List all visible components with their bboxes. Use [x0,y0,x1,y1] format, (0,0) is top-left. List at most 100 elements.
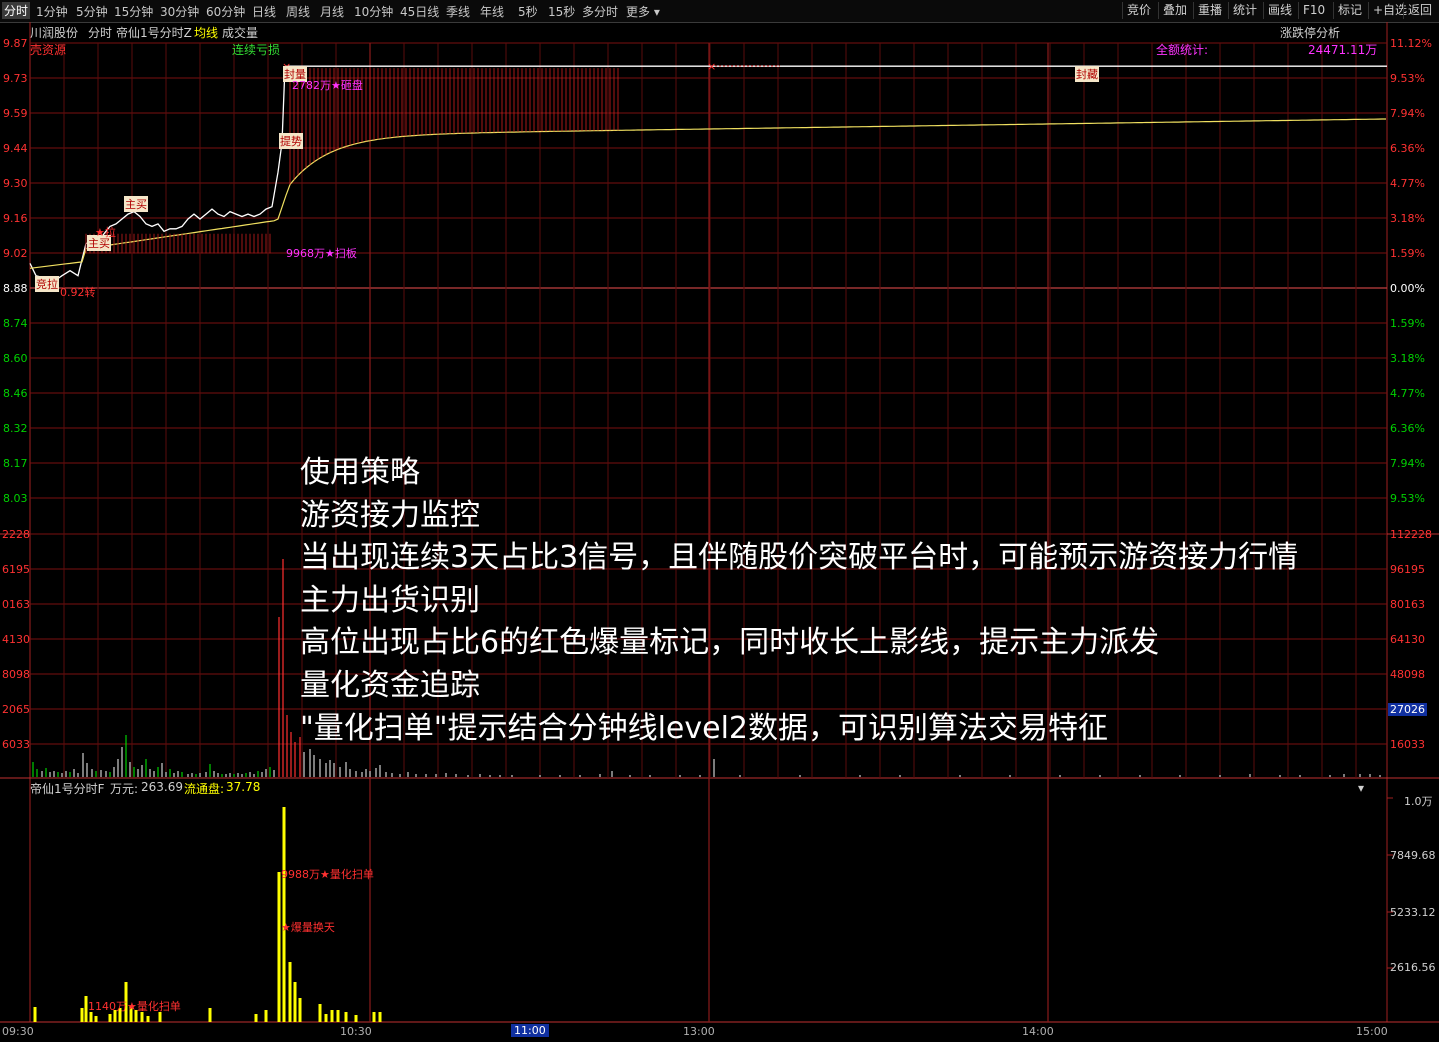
view-label: 分时 [88,26,113,40]
price-label: 9.02 [3,247,28,260]
pct-label: 3.18% [1390,352,1425,365]
sub-volume-bar [336,1010,340,1022]
quant-scan-tag: 1140万★量化扫单 [88,1000,181,1013]
price-label: 9.44 [3,142,28,155]
pct-label: 4.77% [1390,387,1425,400]
source-label: 壳资源 [30,43,67,57]
sweep-tag: 9968万★扫板 [286,247,357,260]
caption-line: 游资接力监控 [300,497,480,533]
lift-tag: 提势 [279,133,303,149]
pct-label: 9.53% [1390,492,1425,505]
price-label: 9.87 [3,37,28,50]
time-label: 15:00 [1356,1025,1388,1038]
loss-label: 连续亏损 [232,43,281,57]
caption-line: 高位出现占比6的红色爆量标记，同时收长上影线，提示主力派发 [300,625,1160,661]
price-label: 8.46 [3,387,28,400]
sub-volume-bar [282,807,286,1022]
sub-volume-bar [108,1014,112,1022]
price-label: 8.03 [3,492,28,505]
volume-label: 16033 [1390,738,1425,751]
pct-label: 4.77% [1390,177,1425,190]
time-label: 13:00 [683,1025,715,1038]
price-label: 8.17 [3,457,28,470]
sub-axis-label: 2616.56 [1390,961,1436,974]
volume-label: 4130 [2,633,30,646]
pct-label: 11.12% [1390,37,1432,50]
sub-volume-bar [354,1015,358,1022]
volume-label: 80163 [1390,598,1425,611]
pct-label: 1.59% [1390,247,1425,260]
time-label: 09:30 [2,1025,34,1038]
sub-volume-bar [318,1004,322,1022]
indicator-name[interactable]: 帝仙1号分时Z [116,24,192,41]
sub-volume-bar [264,1010,268,1022]
pct-label: 6.36% [1390,422,1425,435]
time-label: 10:30 [340,1025,372,1038]
seal-tag: 封藏 [1075,66,1099,82]
sub-axis-label: 7849.68 [1390,849,1436,862]
strategy-caption: 使用策略 游资接力监控 当出现连续3天占比3信号，且伴随股价突破平台时，可能预示… [300,452,1380,750]
quant-scan-tag: 9988万★量化扫单 [281,868,374,881]
volume-label: 112228 [1390,528,1432,541]
float-label: 流通盘: [184,782,225,796]
pct-label: 7.94% [1390,457,1425,470]
price-label: 9.30 [3,177,28,190]
panel-collapse-icon[interactable]: ▾ [1358,781,1364,795]
sub-volume-bar [324,1014,328,1022]
pull-up-text: 拉 [104,226,116,239]
sub-volume-bar [330,1010,334,1022]
sub-volume-bar [372,1012,376,1022]
sub-axis-label: 1.0万 [1404,795,1433,808]
unit-value: 263.69 [141,780,183,794]
volume-label: 6195 [2,563,30,576]
float-value: 37.78 [226,780,261,794]
caption-line: 量化资金追踪 [300,667,480,703]
sub-volume-bar [80,1008,84,1022]
sub-volume-bar [288,962,292,1022]
sub-volume-bar [378,1012,382,1022]
limit-analysis-button[interactable]: 涨跌停分析 [1280,24,1340,41]
sub-volume-bar [254,1014,258,1022]
volume-label: 0163 [2,598,30,611]
caption-line: 当出现连续3天占比3信号，且伴随股价突破平台时，可能预示游资接力行情 [300,540,1299,576]
volume-label: 2228 [2,528,30,541]
price-label: 8.60 [3,352,28,365]
stock-name: 川润股份 [30,26,79,40]
volume-label: 64130 [1390,633,1425,646]
cross-marker: × [707,60,716,73]
sub-volume-bar [208,1008,212,1022]
turnover-tag: 0.92转 [60,286,96,299]
unit-label: 万元: [110,782,139,796]
sub-volume-bar [33,1007,37,1022]
price-label: 9.16 [3,212,28,225]
burst-volume-tag: ★爆量换天 [281,921,335,934]
pct-label: 3.18% [1390,212,1425,225]
sub-volume-bar [344,1012,348,1022]
pct-label: 7.94% [1390,107,1425,120]
caption-title: 使用策略 [300,455,420,490]
average-line [29,118,1386,269]
caption-line: "量化扫单"提示结合分钟线level2数据，可识别算法交易特征 [300,710,1109,746]
avg-line-legend: 均线 [194,26,219,40]
sub-volume-bar [298,998,302,1022]
total-stat-label: 全额统计: [1156,43,1209,57]
main-buy-tag: 主买 [124,196,148,212]
price-label: 8.32 [3,422,28,435]
sub-volume-bar [277,872,281,1022]
price-label: 8.88 [3,282,28,295]
time-label: 14:00 [1022,1025,1054,1038]
volume-label: 96195 [1390,563,1425,576]
price-label: 9.59 [3,107,28,120]
volume-legend: 成交量 [222,26,259,40]
sub-indicator-name[interactable]: 帝仙1号分时F [30,780,105,797]
volume-label: 2065 [2,703,30,716]
volume-label: 6033 [2,738,30,751]
volume-label: 48098 [1390,668,1425,681]
caption-line: 主力出货识别 [300,582,480,618]
price-label: 9.73 [3,72,28,85]
pct-label: 9.53% [1390,72,1425,85]
pull-up-tag: ★拉 [95,226,116,239]
time-label-current: 11:00 [511,1024,549,1037]
sub-volume-bar [293,982,297,1022]
volume-label: 27026 [1388,703,1427,716]
